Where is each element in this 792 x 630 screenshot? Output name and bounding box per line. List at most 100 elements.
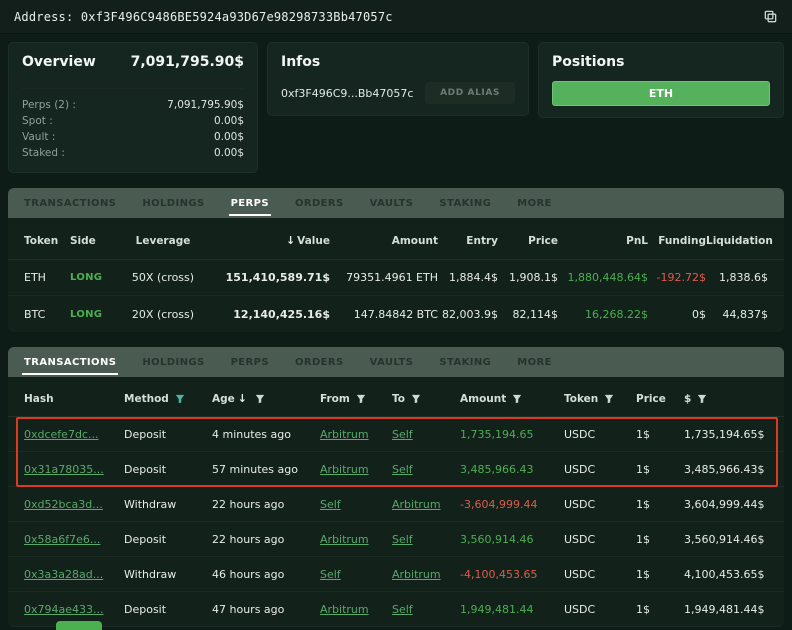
col-token[interactable]: Token <box>564 393 636 405</box>
filter-funnel-icon <box>604 394 614 404</box>
tx-from-link[interactable]: Self <box>320 498 392 511</box>
col-to[interactable]: To <box>392 393 460 405</box>
filter-funnel-icon <box>411 394 421 404</box>
tx-price: 1$ <box>636 463 684 476</box>
perps-tab-perps[interactable]: PERPS <box>218 188 282 218</box>
perps-tabbar: TRANSACTIONS HOLDINGS PERPS ORDERS VAULT… <box>8 188 784 218</box>
position-pnl: 16,268.22$ <box>558 308 648 321</box>
overview-total: 7,091,795.90$ <box>131 54 244 70</box>
tx-price: 1$ <box>636 498 684 511</box>
bottom-widget-button[interactable] <box>56 621 102 630</box>
tx-from-link[interactable]: Arbitrum <box>320 428 392 441</box>
position-eth-button[interactable]: ETH <box>552 81 770 106</box>
tx-to-link[interactable]: Self <box>392 428 460 441</box>
col-price[interactable]: Price <box>498 235 558 247</box>
tx-hash-link[interactable]: 0xdcefe7dc... <box>24 428 124 441</box>
tx-method: Deposit <box>124 603 212 616</box>
tx-tab-more[interactable]: MORE <box>504 347 565 377</box>
tx-amount: -4,100,453.65 <box>460 568 564 581</box>
tx-to-link[interactable]: Self <box>392 463 460 476</box>
tx-tab-transactions[interactable]: TRANSACTIONS <box>11 347 129 377</box>
overview-row-perps: Perps (2) : 7,091,795.90$ <box>22 97 244 113</box>
tx-tab-staking[interactable]: STAKING <box>426 347 504 377</box>
wallet-address: Address: 0xf3F496C9486BE5924a93D67e98298… <box>14 10 393 24</box>
perps-tab-vaults[interactable]: VAULTS <box>357 188 427 218</box>
tx-method: Withdraw <box>124 498 212 511</box>
col-liquidation[interactable]: Liquidation <box>706 235 768 247</box>
tx-to-link[interactable]: Self <box>392 533 460 546</box>
tx-age: 47 hours ago <box>212 603 320 616</box>
perps-tab-holdings[interactable]: HOLDINGS <box>129 188 217 218</box>
position-value: 12,140,425.16$ <box>206 308 330 321</box>
tx-tab-perps[interactable]: PERPS <box>218 347 282 377</box>
tx-from-link[interactable]: Arbitrum <box>320 533 392 546</box>
tx-hash-link[interactable]: 0x794ae433... <box>24 603 124 616</box>
filter-funnel-icon <box>356 394 366 404</box>
col-amount[interactable]: Amount <box>330 235 438 247</box>
perps-tab-more[interactable]: MORE <box>504 188 565 218</box>
position-liquidation: 1,838.6$ <box>706 271 768 284</box>
tx-hash-link[interactable]: 0x3a3a28ad... <box>24 568 124 581</box>
tx-amount: 3,560,914.46 <box>460 533 564 546</box>
tx-price: 1$ <box>636 428 684 441</box>
address-bar: Address: 0xf3F496C9486BE5924a93D67e98298… <box>0 0 792 34</box>
tx-age: 22 hours ago <box>212 533 320 546</box>
transaction-row: 0x58a6f7e6... Deposit 22 hours ago Arbit… <box>8 522 784 557</box>
position-price: 82,114$ <box>498 308 558 321</box>
col-usd[interactable]: $ <box>684 393 768 405</box>
tx-tab-orders[interactable]: ORDERS <box>282 347 357 377</box>
copy-icon[interactable] <box>763 9 778 24</box>
tx-price: 1$ <box>636 533 684 546</box>
transaction-row: 0x3a3a28ad... Withdraw 46 hours ago Self… <box>8 557 784 592</box>
col-pnl[interactable]: PnL <box>558 235 648 247</box>
col-side[interactable]: Side <box>70 235 120 247</box>
infos-title: Infos <box>281 54 515 70</box>
overview-row-spot: Spot : 0.00$ <box>22 113 244 129</box>
col-token[interactable]: Token <box>24 235 70 247</box>
col-leverage[interactable]: Leverage <box>120 235 206 247</box>
tx-from-link[interactable]: Arbitrum <box>320 603 392 616</box>
position-entry: 1,884.4$ <box>438 271 498 284</box>
col-price[interactable]: Price <box>636 393 684 405</box>
col-value[interactable]: ↓Value <box>206 234 330 247</box>
tx-hash-link[interactable]: 0x31a78035... <box>24 463 124 476</box>
col-amount[interactable]: Amount <box>460 393 564 405</box>
filter-funnel-icon <box>175 394 185 404</box>
position-side: LONG <box>70 272 120 283</box>
position-token: BTC <box>24 308 70 321</box>
perps-tab-staking[interactable]: STAKING <box>426 188 504 218</box>
tx-to-link[interactable]: Self <box>392 603 460 616</box>
tx-age: 46 hours ago <box>212 568 320 581</box>
tx-from-link[interactable]: Self <box>320 568 392 581</box>
tx-tab-holdings[interactable]: HOLDINGS <box>129 347 217 377</box>
tx-to-link[interactable]: Arbitrum <box>392 568 460 581</box>
transactions-table: Hash Method Age↓ From To Amount Token Pr… <box>8 377 784 627</box>
col-funding[interactable]: Funding <box>648 235 706 247</box>
tx-usd: 1,735,194.65$ <box>684 428 768 441</box>
positions-card: Positions ETH <box>538 42 784 118</box>
col-method[interactable]: Method <box>124 393 212 405</box>
transaction-row: 0x31a78035... Deposit 57 minutes ago Arb… <box>8 452 784 487</box>
tx-hash-link[interactable]: 0x58a6f7e6... <box>24 533 124 546</box>
transactions-tabbar: TRANSACTIONS HOLDINGS PERPS ORDERS VAULT… <box>8 347 784 377</box>
tx-to-link[interactable]: Arbitrum <box>392 498 460 511</box>
add-alias-button[interactable]: ADD ALIAS <box>425 82 515 104</box>
tx-hash-link[interactable]: 0xd52bca3d... <box>24 498 124 511</box>
col-hash[interactable]: Hash <box>24 393 124 405</box>
col-age[interactable]: Age↓ <box>212 392 320 405</box>
tx-token: USDC <box>564 498 636 511</box>
position-leverage: 50X (cross) <box>120 271 206 284</box>
perps-tab-orders[interactable]: ORDERS <box>282 188 357 218</box>
tx-amount: 1,735,194.65 <box>460 428 564 441</box>
filter-funnel-icon <box>697 394 707 404</box>
tx-from-link[interactable]: Arbitrum <box>320 463 392 476</box>
perps-tab-transactions[interactable]: TRANSACTIONS <box>11 188 129 218</box>
position-entry: 82,003.9$ <box>438 308 498 321</box>
summary-cards: Overview 7,091,795.90$ Perps (2) : 7,091… <box>8 42 784 173</box>
col-from[interactable]: From <box>320 393 392 405</box>
position-funding: 0$ <box>648 308 706 321</box>
col-entry[interactable]: Entry <box>438 235 498 247</box>
tx-usd: 3,604,999.44$ <box>684 498 768 511</box>
tx-tab-vaults[interactable]: VAULTS <box>357 347 427 377</box>
tx-usd: 1,949,481.44$ <box>684 603 768 616</box>
